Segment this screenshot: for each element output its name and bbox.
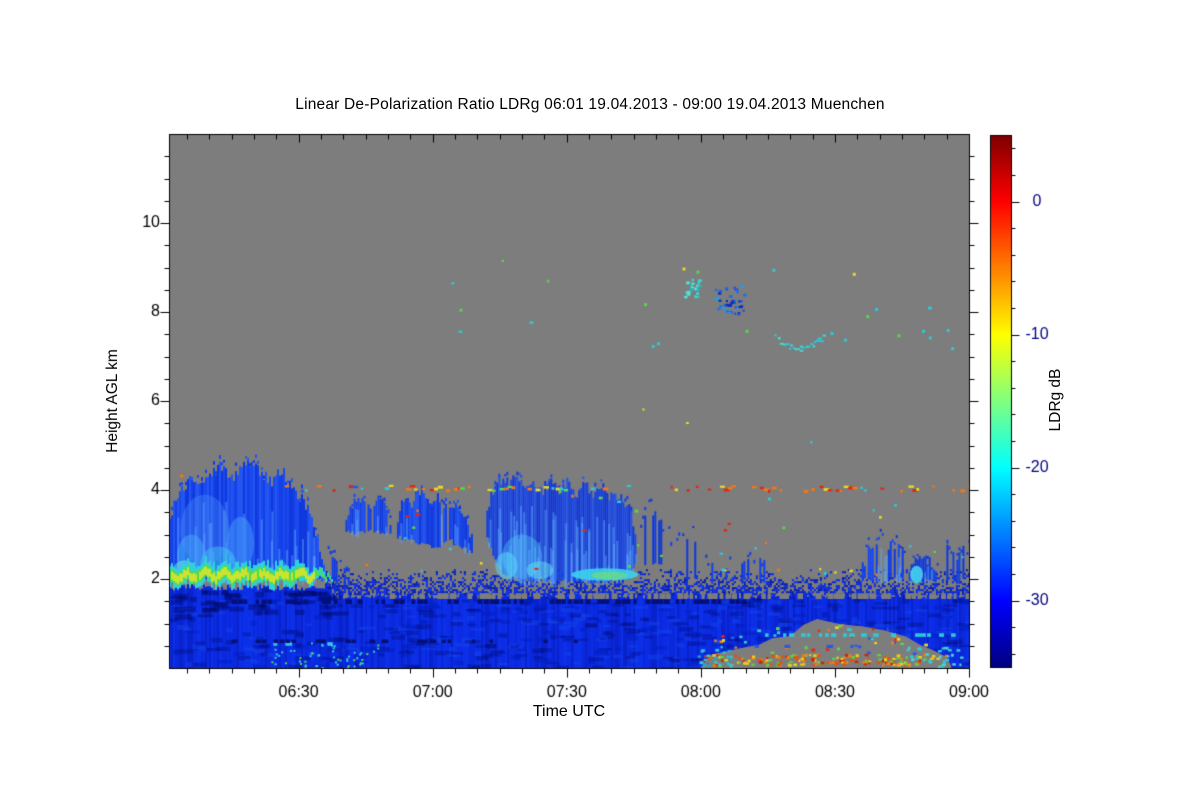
colorbar-label: LDRg dB xyxy=(1047,368,1064,432)
y-axis-label: Height AGL km xyxy=(104,349,121,453)
chart-title: Linear De-Polarization Ratio LDRg 06:01 … xyxy=(295,96,885,113)
x-axis-label: Time UTC xyxy=(532,703,606,720)
heatmap-canvas xyxy=(0,0,1200,800)
ldr-time-height-plot: Linear De-Polarization Ratio LDRg 06:01 … xyxy=(0,0,1200,800)
